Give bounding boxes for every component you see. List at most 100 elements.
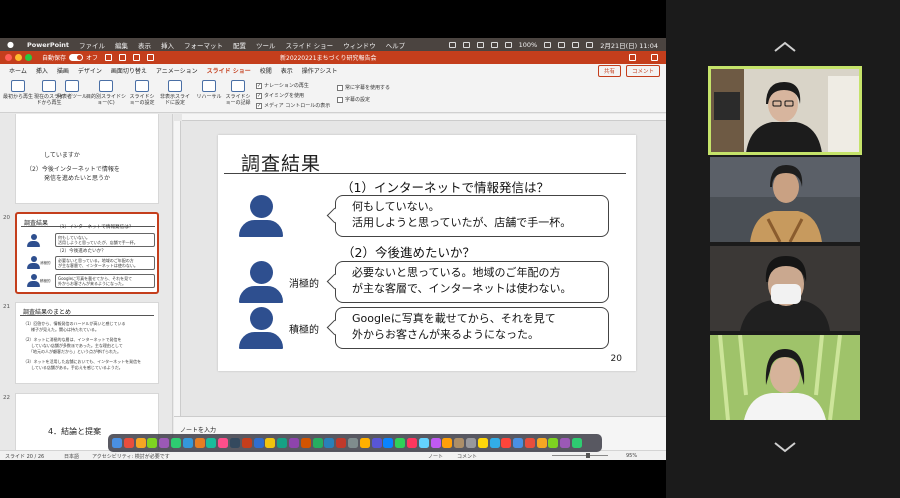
menu-format[interactable]: フォーマット bbox=[184, 40, 223, 50]
dock-app-icon[interactable] bbox=[454, 438, 465, 448]
dock-app-icon[interactable] bbox=[442, 438, 453, 448]
language-indicator[interactable]: 日本語 bbox=[64, 453, 79, 460]
hide-slide-button[interactable]: 非表示スライドに設定 bbox=[160, 80, 190, 106]
status-icon[interactable] bbox=[490, 41, 498, 48]
current-slide[interactable]: 調査結果 （1）インターネットで情報発信は？ 何もしていない。 活用しようと思っ… bbox=[218, 135, 636, 371]
dock-app-icon[interactable] bbox=[548, 438, 559, 448]
slide-title[interactable]: 調査結果 bbox=[241, 149, 321, 176]
zoom-window-button[interactable] bbox=[25, 54, 32, 61]
slide-thumbnail-19[interactable]: していますか （2）今後インターネットで情報を 発信を進めたいと思うか bbox=[15, 114, 159, 204]
play-from-start-button[interactable]: 最初から再生 bbox=[2, 80, 34, 100]
menu-insert[interactable]: 挿入 bbox=[161, 40, 174, 50]
participant-video-3[interactable] bbox=[710, 246, 860, 331]
dock-app-icon[interactable] bbox=[170, 438, 181, 448]
dock-app-icon[interactable] bbox=[312, 438, 323, 448]
dock-app-icon[interactable] bbox=[383, 438, 394, 448]
status-icon[interactable] bbox=[448, 41, 456, 48]
dock-app-icon[interactable] bbox=[288, 438, 299, 448]
dock-app-icon[interactable] bbox=[253, 438, 264, 448]
dock-app-icon[interactable] bbox=[218, 438, 229, 448]
dock-app-icon[interactable] bbox=[395, 438, 406, 448]
wifi-icon[interactable] bbox=[558, 41, 566, 48]
dock-app-icon[interactable] bbox=[430, 438, 441, 448]
dock-app-icon[interactable] bbox=[324, 438, 335, 448]
slide-thumbnails-panel[interactable]: していますか （2）今後インターネットで情報を 発信を進めたいと思うか 20 調… bbox=[0, 114, 173, 450]
dock-app-icon[interactable] bbox=[194, 438, 205, 448]
dock-app-icon[interactable] bbox=[406, 438, 417, 448]
comment-button[interactable]: コメント bbox=[625, 64, 660, 77]
participant-video-1[interactable] bbox=[708, 66, 862, 155]
apple-menu-icon[interactable]: ● bbox=[7, 40, 17, 50]
dock-app-icon[interactable] bbox=[560, 438, 571, 448]
menu-help[interactable]: ヘルプ bbox=[386, 40, 406, 50]
dock-app-icon[interactable] bbox=[359, 438, 370, 448]
search-icon[interactable] bbox=[629, 54, 636, 61]
dock-app-icon[interactable] bbox=[123, 438, 134, 448]
home-icon[interactable] bbox=[105, 54, 113, 61]
tab-review[interactable]: 校閲 bbox=[260, 64, 272, 77]
checkbox-subtitles[interactable]: 常に字幕を使用する bbox=[337, 84, 390, 91]
custom-show-button[interactable]: 目的別スライドショー(C) bbox=[86, 80, 126, 106]
account-icon[interactable] bbox=[651, 54, 658, 61]
checkbox-narration[interactable]: ✓ ナレーションの再生 bbox=[256, 82, 309, 89]
share-button[interactable]: 共有 bbox=[597, 64, 621, 77]
dock-app-icon[interactable] bbox=[265, 438, 276, 448]
autosave-control[interactable]: 自動保存 オフ bbox=[42, 53, 98, 62]
zoom-level[interactable]: 95% bbox=[626, 453, 637, 459]
tab-view[interactable]: 表示 bbox=[281, 64, 293, 77]
comments-toggle[interactable]: コメント bbox=[457, 453, 477, 460]
menu-app-name[interactable]: PowerPoint bbox=[27, 41, 69, 49]
zoom-slider[interactable] bbox=[552, 455, 608, 456]
status-icon[interactable] bbox=[504, 41, 512, 48]
menu-edit[interactable]: 編集 bbox=[115, 40, 128, 50]
control-center-icon[interactable] bbox=[586, 41, 594, 48]
question-1[interactable]: （1）インターネットで情報発信は？ bbox=[341, 177, 549, 196]
dock-app-icon[interactable] bbox=[112, 438, 122, 448]
setup-slideshow-button[interactable]: スライドショーの設定 bbox=[128, 80, 156, 106]
dock-app-icon[interactable] bbox=[336, 438, 347, 448]
slide-thumbnail-21[interactable]: 調査結果のまとめ （1）回答から、情報発信のハードルが高いと感じている 様子が見… bbox=[15, 302, 159, 384]
slide-thumbnail-20-selected[interactable]: 調査結果 （1）インターネットで情報発信は？ 何もしていない。 活用しようと思って… bbox=[15, 212, 159, 294]
question-2[interactable]: （2）今後進めたいか？ bbox=[342, 242, 475, 261]
close-window-button[interactable] bbox=[5, 54, 12, 61]
scroll-up-chevron-icon[interactable] bbox=[772, 40, 798, 54]
subtitle-settings-dropdown[interactable]: 字幕の設定 bbox=[337, 96, 370, 103]
menu-window[interactable]: ウィンドウ bbox=[343, 40, 376, 50]
answer-bubble-1[interactable]: 何もしていない。 活用しようと思っていたが、店舗で手一杯。 bbox=[335, 195, 609, 237]
tab-home[interactable]: ホーム bbox=[9, 64, 27, 77]
dock-app-icon[interactable] bbox=[536, 438, 547, 448]
record-slideshow-button[interactable]: スライドショーの記録 bbox=[224, 80, 252, 106]
scroll-down-chevron-icon[interactable] bbox=[772, 440, 798, 454]
rehearse-button[interactable]: リハーサル bbox=[196, 80, 222, 100]
tab-draw[interactable]: 描画 bbox=[57, 64, 69, 77]
checkbox-media-controls[interactable]: ✓ メディア コントロールの表示 bbox=[256, 102, 330, 109]
dock-app-icon[interactable] bbox=[371, 438, 382, 448]
dock-app-icon[interactable] bbox=[513, 438, 524, 448]
search-icon[interactable] bbox=[572, 41, 580, 48]
save-icon[interactable] bbox=[119, 54, 127, 61]
dock-app-icon[interactable] bbox=[489, 438, 500, 448]
dock-app-icon[interactable] bbox=[572, 438, 583, 448]
dock-app-icon[interactable] bbox=[300, 438, 311, 448]
dock-app-icon[interactable] bbox=[241, 438, 252, 448]
tab-animations[interactable]: アニメーション bbox=[156, 64, 198, 77]
tab-tell-me[interactable]: 操作アシスト bbox=[302, 64, 338, 77]
status-icon[interactable] bbox=[476, 41, 484, 48]
dock-app-icon[interactable] bbox=[159, 438, 170, 448]
dock-app-icon[interactable] bbox=[477, 438, 488, 448]
menu-view[interactable]: 表示 bbox=[138, 40, 151, 50]
dock-app-icon[interactable] bbox=[182, 438, 193, 448]
participant-video-2[interactable] bbox=[710, 157, 860, 242]
answer-bubble-3[interactable]: Googleに写真を載せてから、それを見て 外からお客さんが来るようになった。 bbox=[335, 307, 609, 349]
notes-toggle[interactable]: ノート bbox=[428, 453, 443, 460]
checkbox-timings[interactable]: ✓ タイミングを使用 bbox=[256, 92, 304, 99]
dock-app-icon[interactable] bbox=[206, 438, 217, 448]
menu-file[interactable]: ファイル bbox=[79, 40, 105, 50]
tab-insert[interactable]: 挿入 bbox=[36, 64, 48, 77]
battery-icon[interactable] bbox=[544, 41, 552, 48]
minimize-window-button[interactable] bbox=[15, 54, 22, 61]
dock-app-icon[interactable] bbox=[465, 438, 476, 448]
redo-icon[interactable] bbox=[147, 54, 155, 61]
menu-tools[interactable]: ツール bbox=[256, 40, 276, 50]
status-icon[interactable] bbox=[462, 41, 470, 48]
